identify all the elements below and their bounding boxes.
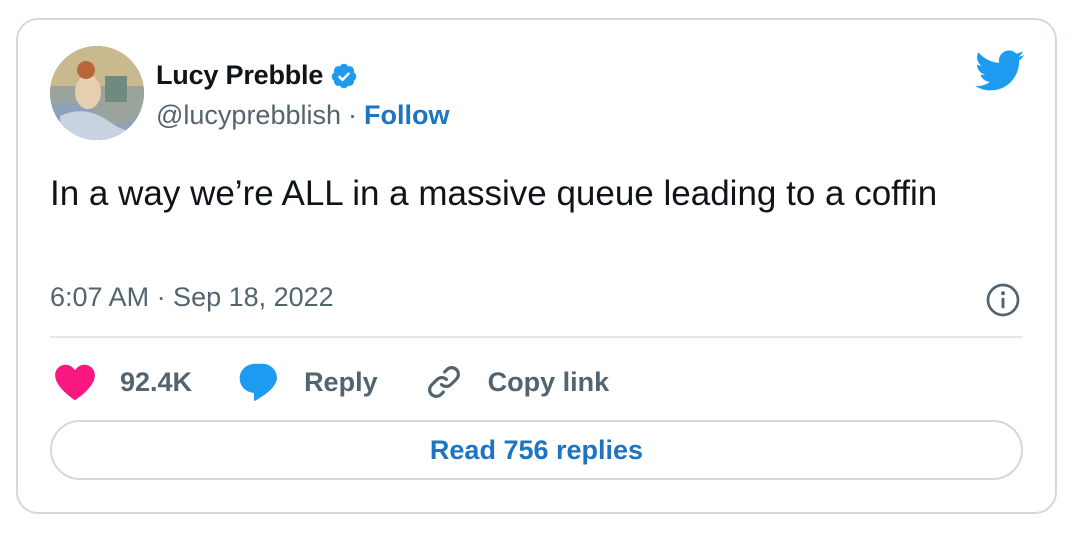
verified-badge-icon <box>331 63 357 88</box>
divider <box>50 336 1023 338</box>
reply-button[interactable]: Reply <box>238 362 378 402</box>
author-name-row: Lucy Prebble <box>156 60 358 91</box>
author-avatar[interactable] <box>50 46 144 140</box>
painting-portrait-avatar <box>50 46 144 140</box>
tweet-card: Lucy Prebble @lucyprebblish · Follow In … <box>16 18 1057 514</box>
info-icon[interactable] <box>985 282 1021 318</box>
author-name[interactable]: Lucy Prebble <box>156 60 323 91</box>
tweet-actions: 92.4K Reply Copy link <box>54 358 655 406</box>
twitter-bird-icon[interactable] <box>975 50 1025 92</box>
tweet-timestamp[interactable]: 6:07 AM · Sep 18, 2022 <box>50 282 334 313</box>
like-count: 92.4K <box>120 366 193 397</box>
read-replies-button[interactable]: Read 756 replies <box>50 420 1023 480</box>
speech-bubble-icon <box>239 363 277 401</box>
separator-dot: · <box>348 100 357 130</box>
author-handle-row: @lucyprebblish · Follow <box>156 100 449 131</box>
heart-icon <box>55 364 95 401</box>
tweet-text: In a way we’re ALL in a massive queue le… <box>50 174 938 213</box>
author-handle[interactable]: @lucyprebblish <box>156 100 341 131</box>
reply-label: Reply <box>304 366 378 397</box>
follow-button[interactable]: Follow <box>364 100 449 131</box>
copy-link-button[interactable]: Copy link <box>424 362 610 402</box>
link-icon <box>427 366 460 398</box>
like-button[interactable]: 92.4K <box>54 363 192 401</box>
copy-link-label: Copy link <box>487 366 610 397</box>
